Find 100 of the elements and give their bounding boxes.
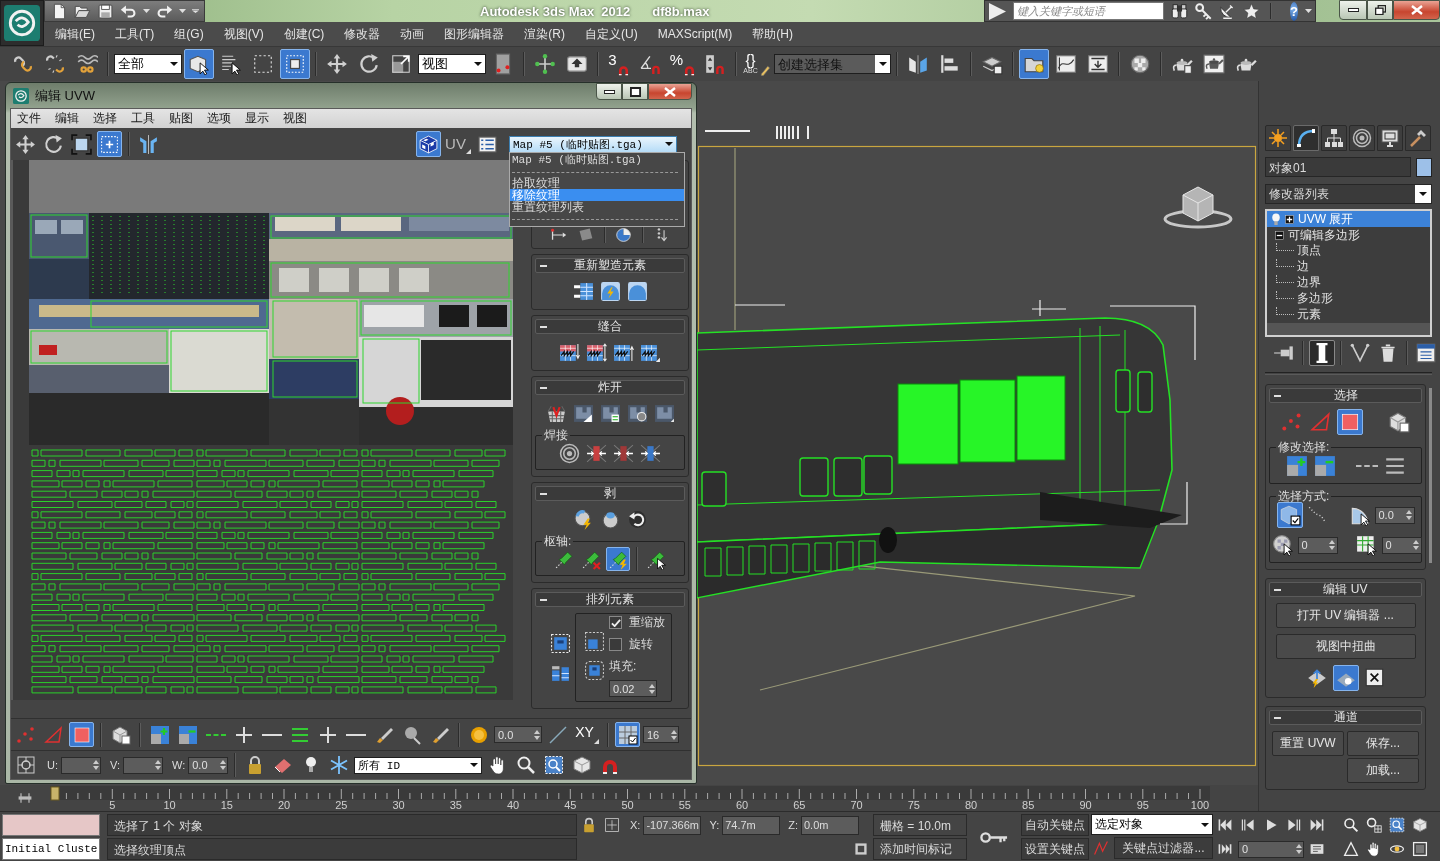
push-button[interactable]: 保存...: [1347, 731, 1419, 756]
bracket-square-button[interactable]: [69, 131, 94, 157]
stack-sub-item[interactable]: 元素: [1267, 307, 1430, 323]
caret-button[interactable]: [179, 9, 186, 13]
dropdown-option[interactable]: Map #5 (临时贴图.tga): [510, 153, 684, 166]
command-panel-tab[interactable]: [1377, 125, 1403, 151]
stack-sub-item[interactable]: 多边形: [1267, 291, 1430, 307]
command-panel-tab[interactable]: [1349, 125, 1375, 151]
dashed-square-tile-button[interactable]: [548, 631, 572, 655]
menu-item[interactable]: 编辑: [55, 110, 79, 127]
checkbox[interactable]: [609, 638, 622, 651]
restore-button[interactable]: [1367, 0, 1393, 20]
close-button[interactable]: [648, 83, 692, 100]
dropdown-option[interactable]: 拾取纹理: [510, 176, 684, 189]
push-button[interactable]: 打开 UV 编辑器 ...: [1275, 603, 1416, 628]
menu-item[interactable]: 组(G): [174, 24, 204, 44]
rollout-header[interactable]: 编辑 UV: [1269, 582, 1422, 597]
command-panel-tab[interactable]: [1293, 125, 1319, 151]
checker-cube-button[interactable]: [416, 131, 441, 157]
menu-item[interactable]: 创建(C): [283, 24, 325, 44]
menu-item[interactable]: 自定义(U): [585, 24, 638, 44]
satellite-dish-button[interactable]: [1219, 2, 1236, 20]
command-panel-tab[interactable]: [1405, 125, 1431, 151]
filled-square-button[interactable]: [1337, 409, 1363, 435]
caret-button[interactable]: [192, 9, 199, 13]
dome-bolt-button[interactable]: [598, 279, 622, 303]
dropdown[interactable]: 视图: [418, 54, 486, 74]
spinner-field[interactable]: 16: [643, 726, 679, 743]
star-button[interactable]: [1243, 2, 1260, 20]
target-rings-button[interactable]: [557, 441, 582, 465]
minimize-button[interactable]: [1339, 0, 1367, 20]
application-button[interactable]: [0, 0, 44, 46]
flyout-button[interactable]: UV: [444, 131, 472, 157]
menu-item[interactable]: 帮助(H): [752, 24, 793, 44]
caret-button[interactable]: [1304, 9, 1312, 13]
spinner-field[interactable]: 0: [1297, 536, 1338, 554]
dashed-small-tile-button[interactable]: [582, 629, 606, 653]
spinner-field[interactable]: 0.0: [188, 756, 229, 774]
pushpin-bolt-button[interactable]: [606, 547, 630, 571]
cube-cursor-button[interactable]: [184, 49, 214, 79]
selection-set-combo[interactable]: 创建选择集: [774, 54, 891, 74]
spinner-field[interactable]: [61, 756, 101, 774]
menu-item[interactable]: 渲染(R): [524, 24, 565, 44]
folder-bulb-button[interactable]: [1019, 49, 1049, 79]
stack-sub-item[interactable]: 边界: [1267, 275, 1430, 291]
menu-item[interactable]: 显示: [245, 110, 269, 127]
spinner-field[interactable]: 0: [1381, 536, 1422, 554]
spinner-field[interactable]: [123, 756, 163, 774]
spinner-field[interactable]: 0: [1238, 840, 1304, 858]
menu-item[interactable]: 动画: [400, 24, 425, 44]
magnet-button[interactable]: %: [668, 49, 698, 79]
script-input-field[interactable]: [2, 814, 100, 836]
menu-item[interactable]: 贴图: [169, 110, 193, 127]
color-swatch-icon[interactable]: [1416, 157, 1432, 177]
spinner-field[interactable]: 0.02: [609, 680, 657, 697]
rollout-header[interactable]: 炸开: [535, 380, 685, 395]
key-filters-button[interactable]: 关键点过滤器...: [1114, 837, 1213, 859]
dome-button[interactable]: [625, 279, 649, 303]
close-button[interactable]: [1393, 0, 1440, 20]
menu-item[interactable]: 工具: [131, 110, 155, 127]
time-tag-button[interactable]: 添加时间标记: [873, 838, 967, 860]
dropdown[interactable]: 选定对象: [1091, 814, 1213, 835]
bar-button[interactable]: [1309, 340, 1335, 366]
rollout-header[interactable]: 排列元素: [535, 592, 685, 607]
menu-item[interactable]: 选项: [207, 110, 231, 127]
crosshair-box-button[interactable]: [602, 815, 622, 835]
grid-check-button[interactable]: [615, 722, 640, 747]
menu-item[interactable]: 视图: [283, 110, 307, 127]
save-button[interactable]: [97, 2, 114, 20]
command-panel-tab[interactable]: [1321, 125, 1347, 151]
cube-check-button[interactable]: [1276, 502, 1303, 528]
maximize-button[interactable]: [622, 83, 648, 100]
push-button[interactable]: 加载...: [1347, 758, 1419, 783]
rollout-header[interactable]: 剥: [535, 486, 685, 501]
rollout-header[interactable]: 通道: [1269, 710, 1422, 725]
minimize-button[interactable]: [596, 83, 622, 100]
triangle-button[interactable]: [989, 2, 1006, 20]
coordinate-field[interactable]: 74.7m: [722, 815, 781, 835]
menu-item[interactable]: 文件: [17, 110, 41, 127]
stack-item[interactable]: UVW 展开: [1267, 211, 1430, 227]
binoculars-button[interactable]: [1171, 2, 1188, 20]
rollout-header[interactable]: 缝合: [535, 319, 685, 334]
cube-button[interactable]: [1410, 815, 1430, 835]
diamond-bulb-button[interactable]: [1332, 665, 1359, 691]
menu-item[interactable]: 图形编辑器: [444, 24, 505, 44]
coordinate-field[interactable]: -107.366m: [643, 815, 702, 835]
auto-key-button[interactable]: 自动关键点: [1021, 814, 1089, 836]
dropdown-option[interactable]: 重置纹理列表: [510, 200, 684, 213]
dashed-plus-square-button[interactable]: [97, 131, 122, 157]
spinner-field[interactable]: 0.0: [1374, 506, 1415, 524]
menu-item[interactable]: MAXScript(M): [657, 24, 733, 44]
magnifier-grid-button[interactable]: [1364, 815, 1384, 835]
scrollbar-thumb[interactable]: [1429, 388, 1432, 563]
caret-button[interactable]: [143, 9, 150, 13]
rollout-header[interactable]: 选择: [1269, 388, 1422, 403]
magnifier-button[interactable]: [1341, 815, 1361, 835]
time-slider-handle[interactable]: [50, 786, 60, 800]
dashed-magnifier-button[interactable]: [1387, 815, 1407, 835]
dropdown[interactable]: 全部: [114, 54, 182, 74]
spinner-field[interactable]: 0.0: [494, 726, 542, 743]
